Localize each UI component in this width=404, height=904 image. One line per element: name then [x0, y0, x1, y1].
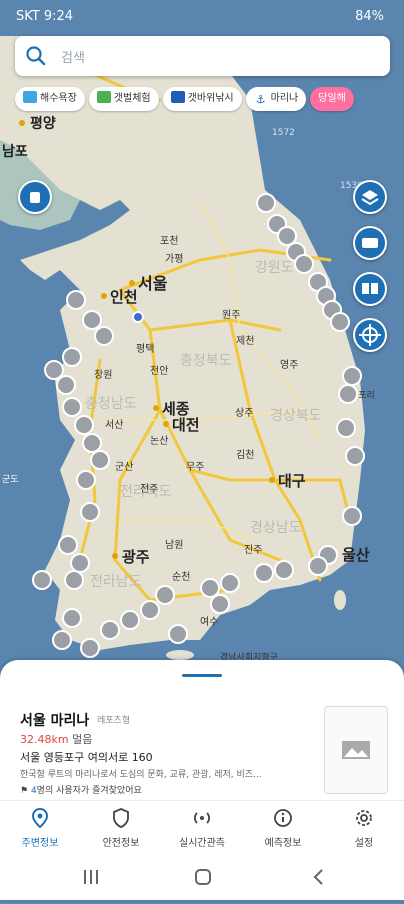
city-label: 대구 — [278, 472, 306, 490]
favorite-count: ⚑ 4명의 사용자가 즐겨찾았어요 — [20, 786, 142, 796]
place-label: 군산 — [115, 461, 133, 473]
place-label: 평택 — [136, 343, 154, 355]
shield-icon — [113, 808, 129, 828]
image-placeholder-icon — [342, 741, 370, 759]
city-label: 서울 — [138, 274, 168, 293]
gear-icon — [356, 810, 372, 826]
anchor-icon: ⚓ — [253, 94, 268, 106]
status-bar: SKT 9:24 84% — [0, 0, 404, 36]
tab-settings[interactable]: 설정 — [324, 801, 404, 853]
place-label: 천안 — [150, 365, 168, 377]
place-label: 가평 — [165, 253, 183, 265]
place-label: 진주 — [244, 544, 262, 556]
chip-marina[interactable]: ⚓ 마리나 — [245, 87, 307, 111]
chip-fishing[interactable]: 갯바위낚시 — [162, 87, 242, 111]
sheet-drag-handle[interactable] — [182, 674, 222, 677]
crosshair-icon — [355, 320, 385, 350]
place-label: 논산 — [150, 435, 168, 447]
layers-icon — [355, 182, 385, 212]
city-label: 대전 — [172, 416, 200, 434]
region-label: 경상남도 — [250, 520, 302, 536]
place-label: 김천 — [236, 449, 254, 461]
place-label: 여수 — [200, 616, 218, 628]
current-location-dot — [132, 311, 144, 323]
tab-nearby[interactable]: 주변정보 — [0, 801, 80, 853]
sea-label: 남포 — [2, 143, 28, 160]
place-label: 영주 — [280, 359, 298, 371]
live-signal-icon — [194, 812, 210, 824]
compare-icon — [355, 274, 385, 304]
sea-label: 군도 — [2, 474, 19, 485]
buoy-icon — [20, 182, 50, 212]
map-layer-toggle-button[interactable] — [18, 180, 52, 214]
back-icon[interactable] — [313, 869, 323, 885]
region-label: 경상북도 — [270, 408, 322, 424]
region-label: 강원도 — [255, 260, 294, 276]
bottom-tab-bar: 주변정보 안전정보 실시간관측 예측정보 설정 — [0, 800, 404, 853]
place-type: 레포츠형 — [97, 716, 131, 726]
city-label: 평양 — [30, 115, 56, 132]
chip-tidal-flat[interactable]: 갯벌체험 — [88, 87, 159, 111]
layers-button[interactable] — [353, 180, 387, 214]
place-label: 전주 — [140, 483, 158, 495]
region-label: 전라남도 — [90, 574, 142, 590]
sea-depth-label: 1572 — [272, 128, 295, 138]
place-label: 상주 — [235, 407, 253, 419]
place-label: 제천 — [236, 335, 254, 347]
search-icon — [26, 46, 46, 66]
region-label: 충청남도 — [85, 396, 137, 412]
city-label: 인천 — [110, 288, 138, 306]
tidal-flat-icon — [96, 91, 111, 103]
region-label: 충청북도 — [180, 353, 232, 369]
compare-button[interactable] — [353, 272, 387, 306]
place-label: 창원 — [94, 369, 112, 381]
home-icon[interactable] — [195, 869, 211, 885]
place-label: 포천 — [160, 235, 178, 247]
category-chips: 해수욕장 갯벌체험 갯바위낚시 ⚓ 마리나 당일해 — [15, 86, 358, 112]
location-pin-icon — [31, 808, 49, 828]
status-time: SKT 9:24 — [16, 9, 74, 24]
cctv-button[interactable] — [353, 226, 387, 260]
place-label: 서산 — [105, 419, 123, 431]
info-icon — [274, 809, 292, 827]
place-name: 서울 마리나 — [20, 713, 90, 729]
search-bar[interactable]: 검색 — [15, 36, 390, 76]
city-label: 울산 — [342, 546, 370, 564]
tab-forecast[interactable]: 예측정보 — [243, 801, 323, 853]
search-input[interactable]: 검색 — [61, 47, 85, 66]
system-nav-bar — [0, 852, 404, 900]
chip-day-trip[interactable]: 당일해 — [310, 87, 354, 111]
status-battery: 84% — [355, 9, 384, 24]
place-distance: 32.48km 멀음 — [20, 733, 93, 746]
chip-beach[interactable]: 해수욕장 — [15, 87, 85, 111]
place-thumbnail[interactable] — [324, 706, 388, 794]
place-label: 원주 — [222, 309, 240, 321]
place-label: 무주 — [186, 462, 204, 473]
place-label: 순천 — [172, 571, 190, 583]
place-label: 남원 — [165, 539, 183, 551]
place-address: 서울 영등포구 여의서로 160 — [20, 751, 153, 764]
beach-icon — [23, 91, 37, 103]
place-description: 한국형 루트의 마리나로서 도심의 문화, 교류, 관광, 레저, 비즈... — [20, 770, 262, 780]
camera-icon — [355, 228, 385, 258]
fishing-icon — [170, 91, 185, 103]
recent-apps-icon[interactable] — [84, 870, 98, 884]
tab-live-observation[interactable]: 실시간관측 — [162, 801, 242, 853]
city-label: 광주 — [122, 548, 150, 566]
my-location-button[interactable] — [353, 318, 387, 352]
tab-safety[interactable]: 안전정보 — [81, 801, 161, 853]
